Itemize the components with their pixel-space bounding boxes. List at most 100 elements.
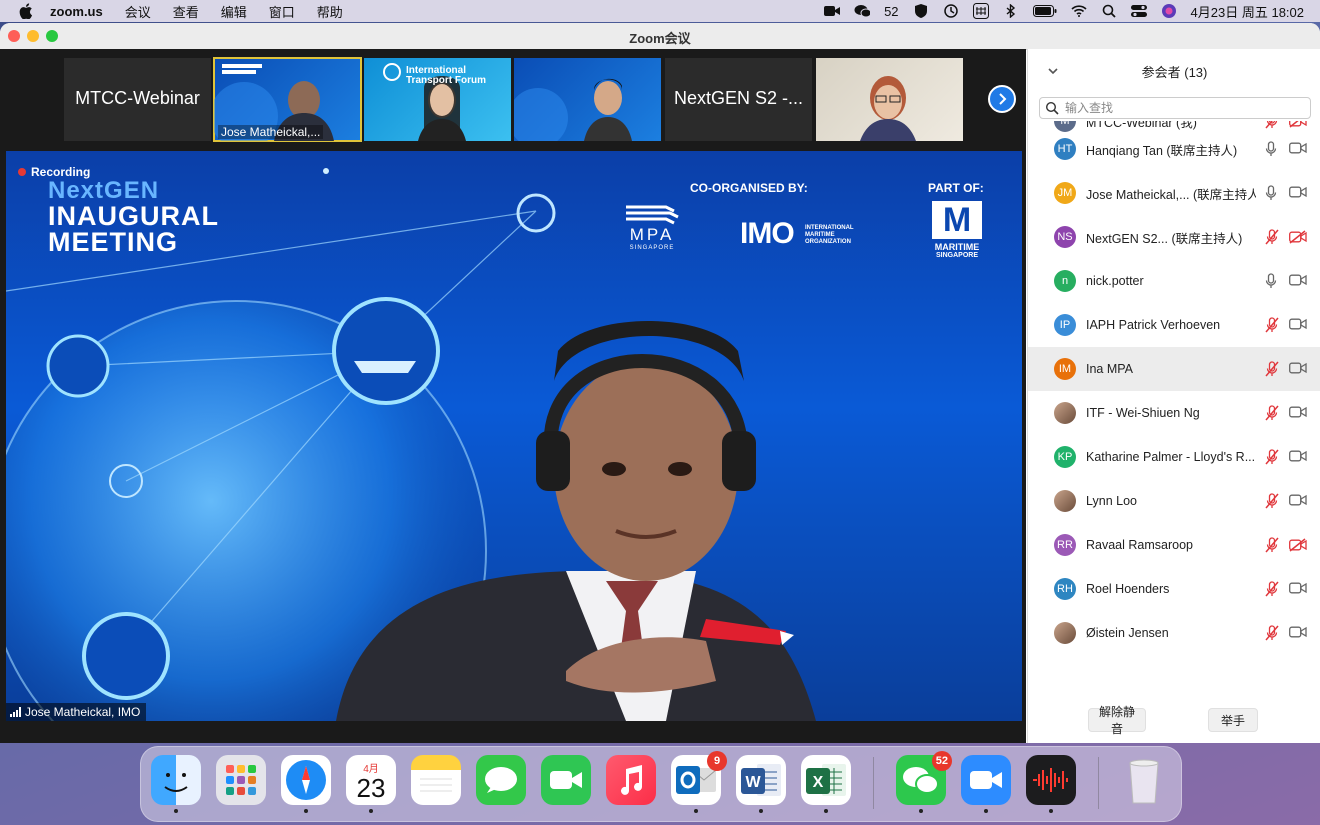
participant-row[interactable]: JM Jose Matheickal,... (联席主持人)	[1028, 171, 1320, 215]
microphone-muted-icon[interactable]	[1265, 493, 1279, 512]
gallery-tile[interactable]: International Transport Forum	[364, 58, 511, 141]
svg-text:W: W	[745, 774, 761, 791]
safari-app-icon[interactable]	[281, 755, 331, 813]
microphone-muted-icon[interactable]	[1265, 405, 1279, 424]
active-speaker-video[interactable]: Recording NextGEN INAUGURAL MEETING CO-O…	[6, 151, 1022, 721]
launchpad-app-icon[interactable]	[216, 755, 266, 805]
outlook-app-icon[interactable]: 9	[671, 751, 727, 813]
menu-app-name[interactable]: zoom.us	[50, 4, 103, 19]
video-camera-icon[interactable]	[1289, 450, 1307, 465]
avatar: HT	[1054, 138, 1076, 160]
speaker-name-tag: Jose Matheickal, IMO	[6, 703, 147, 721]
participant-row[interactable]: NS NextGEN S2... (联席主持人)	[1028, 215, 1320, 259]
tile-name: MTCC-Webinar	[75, 88, 200, 108]
microphone-icon[interactable]	[1265, 141, 1277, 160]
excel-app-icon[interactable]: X	[801, 755, 851, 813]
participants-panel: 参会者 (13) MMTCC-Webinar (我)HTHanqiang Tan…	[1027, 49, 1320, 743]
participant-search[interactable]	[1039, 97, 1311, 119]
participants-list: M MTCC-Webinar (我) HT Hanqiang Tan (联席主持人) J…	[1028, 121, 1320, 721]
video-camera-icon[interactable]	[1289, 362, 1307, 377]
notes-app-icon[interactable]	[411, 755, 461, 805]
participant-name: nick.potter	[1086, 274, 1144, 288]
input-method-icon[interactable]	[972, 3, 989, 19]
spotlight-search-icon[interactable]	[1101, 4, 1117, 18]
zoom-status-icon[interactable]	[824, 4, 841, 18]
bluetooth-icon[interactable]	[1003, 4, 1019, 18]
messages-app-icon[interactable]	[476, 755, 526, 805]
participants-footer: 解除静音 举手	[1028, 699, 1320, 743]
raise-hand-button[interactable]: 举手	[1208, 708, 1258, 732]
participant-row[interactable]: RH Roel Hoenders	[1028, 567, 1320, 611]
microphone-muted-icon[interactable]	[1265, 581, 1279, 600]
avatar: RR	[1054, 534, 1076, 556]
video-camera-icon[interactable]	[1289, 406, 1307, 421]
microphone-muted-icon[interactable]	[1265, 537, 1279, 556]
mpa-waves-icon	[626, 205, 679, 225]
microphone-muted-icon[interactable]	[1265, 361, 1279, 380]
video-camera-off-icon[interactable]	[1289, 230, 1307, 247]
microphone-muted-icon[interactable]	[1265, 449, 1279, 468]
calendar-app-icon[interactable]: 4月 23	[346, 755, 396, 813]
avatar: IM	[1054, 358, 1076, 380]
video-camera-icon[interactable]	[1289, 318, 1307, 333]
menu-view[interactable]: 查看	[173, 2, 199, 21]
participant-row[interactable]: KP Katharine Palmer - Lloyd's R...	[1028, 435, 1320, 479]
video-camera-off-icon[interactable]	[1289, 538, 1307, 555]
clock-datetime[interactable]: 4月23日 周五 18:02	[1191, 2, 1304, 21]
trash-icon[interactable]	[1119, 755, 1169, 805]
menu-edit[interactable]: 编辑	[221, 2, 247, 21]
wifi-icon[interactable]	[1070, 4, 1087, 18]
next-page-arrow-button[interactable]	[988, 85, 1016, 113]
wechat-app-icon[interactable]: 52	[896, 751, 952, 813]
wechat-status-icon[interactable]	[854, 4, 871, 18]
gallery-tile-active-speaker[interactable]: Jose Matheickal,...	[213, 57, 362, 142]
siri-icon[interactable]	[1161, 4, 1177, 18]
finder-app-icon[interactable]	[151, 755, 201, 813]
word-app-icon[interactable]: W	[736, 755, 786, 813]
participant-row[interactable]: ITF - Wei-Shiuen Ng	[1028, 391, 1320, 435]
menu-help[interactable]: 帮助	[317, 2, 343, 21]
search-input[interactable]	[1063, 100, 1307, 116]
time-machine-icon[interactable]	[943, 4, 959, 18]
menu-meeting[interactable]: 会议	[125, 2, 151, 21]
microphone-icon[interactable]	[1265, 185, 1277, 204]
avatar: n	[1054, 270, 1076, 292]
participant-row[interactable]: n nick.potter	[1028, 259, 1320, 303]
zoom-app-icon[interactable]	[961, 755, 1011, 813]
search-icon	[1045, 101, 1059, 115]
control-center-icon[interactable]	[1130, 4, 1147, 18]
microphone-muted-icon[interactable]	[1265, 229, 1279, 248]
participant-row[interactable]: IP IAPH Patrick Verhoeven	[1028, 303, 1320, 347]
video-camera-icon[interactable]	[1289, 274, 1307, 289]
video-camera-icon[interactable]	[1289, 626, 1307, 641]
apple-icon[interactable]	[18, 3, 34, 19]
participant-row[interactable]: Øistein Jensen	[1028, 611, 1320, 655]
microphone-muted-icon[interactable]	[1265, 317, 1279, 336]
participant-row[interactable]: Lynn Loo	[1028, 479, 1320, 523]
shield-icon[interactable]	[913, 4, 929, 18]
video-camera-icon[interactable]	[1289, 582, 1307, 597]
gallery-tile[interactable]: MTCC-Webinar	[64, 58, 211, 141]
menu-window[interactable]: 窗口	[269, 2, 295, 21]
avatar: KP	[1054, 446, 1076, 468]
avatar: RH	[1054, 578, 1076, 600]
gallery-tile[interactable]	[816, 58, 963, 141]
gallery-tile[interactable]	[514, 58, 661, 141]
unmute-button[interactable]: 解除静音	[1088, 705, 1146, 736]
video-camera-icon[interactable]	[1289, 494, 1307, 509]
video-camera-icon[interactable]	[1289, 142, 1307, 157]
participant-row[interactable]: RR Ravaal Ramsaroop	[1028, 523, 1320, 567]
gallery-tile[interactable]: NextGEN S2 -...	[665, 58, 812, 141]
participant-row[interactable]: HT Hanqiang Tan (联席主持人)	[1028, 127, 1320, 171]
avatar: NS	[1054, 226, 1076, 248]
participant-row[interactable]: IM Ina MPA	[1028, 347, 1320, 391]
co-organised-label: CO-ORGANISED BY:	[690, 181, 808, 195]
gallery-strip: MTCC-Webinar Jose Matheickal,... Interna…	[0, 49, 1026, 149]
microphone-muted-icon[interactable]	[1265, 625, 1279, 644]
voice-memos-app-icon[interactable]	[1026, 755, 1076, 813]
video-camera-icon[interactable]	[1289, 186, 1307, 201]
battery-icon[interactable]	[1032, 4, 1057, 18]
microphone-icon[interactable]	[1265, 273, 1277, 292]
facetime-app-icon[interactable]	[541, 755, 591, 805]
music-app-icon[interactable]	[606, 755, 656, 805]
